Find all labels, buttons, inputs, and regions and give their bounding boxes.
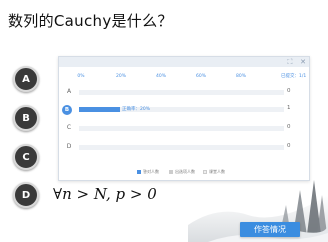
row-label-c: C bbox=[66, 124, 72, 131]
count-a: 0 bbox=[287, 88, 291, 94]
question-title: 数列的Cauchy是什么？ bbox=[8, 12, 173, 30]
x-tick-label: 20% bbox=[115, 74, 127, 79]
row-label-d: D bbox=[66, 143, 72, 150]
forall-symbol: ∀ bbox=[53, 185, 63, 203]
bar-fill-b bbox=[79, 107, 120, 112]
legend-label: 答对人数 bbox=[143, 169, 159, 174]
count-d: 0 bbox=[287, 143, 291, 149]
count-c: 0 bbox=[287, 124, 291, 130]
x-tick-label: 60% bbox=[195, 74, 207, 79]
legend-item: 答对人数 bbox=[137, 169, 159, 175]
x-tick-label: 40% bbox=[155, 74, 167, 79]
bar-track-d bbox=[79, 145, 284, 150]
bar-track-a bbox=[79, 90, 284, 95]
option-b-button[interactable]: B bbox=[13, 105, 39, 131]
x-tick-label: 0% bbox=[77, 74, 85, 79]
answer-formula: ∀n > N, p > 0 bbox=[53, 185, 157, 203]
option-a-button[interactable]: A bbox=[13, 66, 39, 92]
count-b: 1 bbox=[287, 105, 291, 111]
answer-stats-panel: ⛶ ✕ 0% 20% 40% 60% 80% 已提交：1/1 A 0 B 正确率… bbox=[58, 56, 310, 181]
row-label-a: A bbox=[66, 88, 72, 95]
bar-track-c bbox=[79, 126, 284, 131]
legend-swatch bbox=[137, 170, 141, 174]
x-tick-label: 80% bbox=[235, 74, 247, 79]
close-icon[interactable]: ✕ bbox=[298, 58, 308, 66]
legend-swatch bbox=[169, 170, 173, 174]
answered-count: 已提交：1/1 bbox=[281, 74, 307, 79]
option-d-button[interactable]: D bbox=[13, 182, 39, 208]
answer-status-button[interactable]: 作答情况 bbox=[240, 222, 300, 237]
panel-header bbox=[59, 57, 309, 67]
option-c-button[interactable]: C bbox=[13, 144, 39, 170]
fullscreen-icon[interactable]: ⛶ bbox=[285, 58, 295, 66]
bar-track-b bbox=[79, 107, 284, 112]
correct-rate-label: 正确率：20% bbox=[122, 107, 151, 112]
formula-body: n > N, p > 0 bbox=[62, 185, 157, 203]
row-label-b: B bbox=[62, 105, 72, 115]
